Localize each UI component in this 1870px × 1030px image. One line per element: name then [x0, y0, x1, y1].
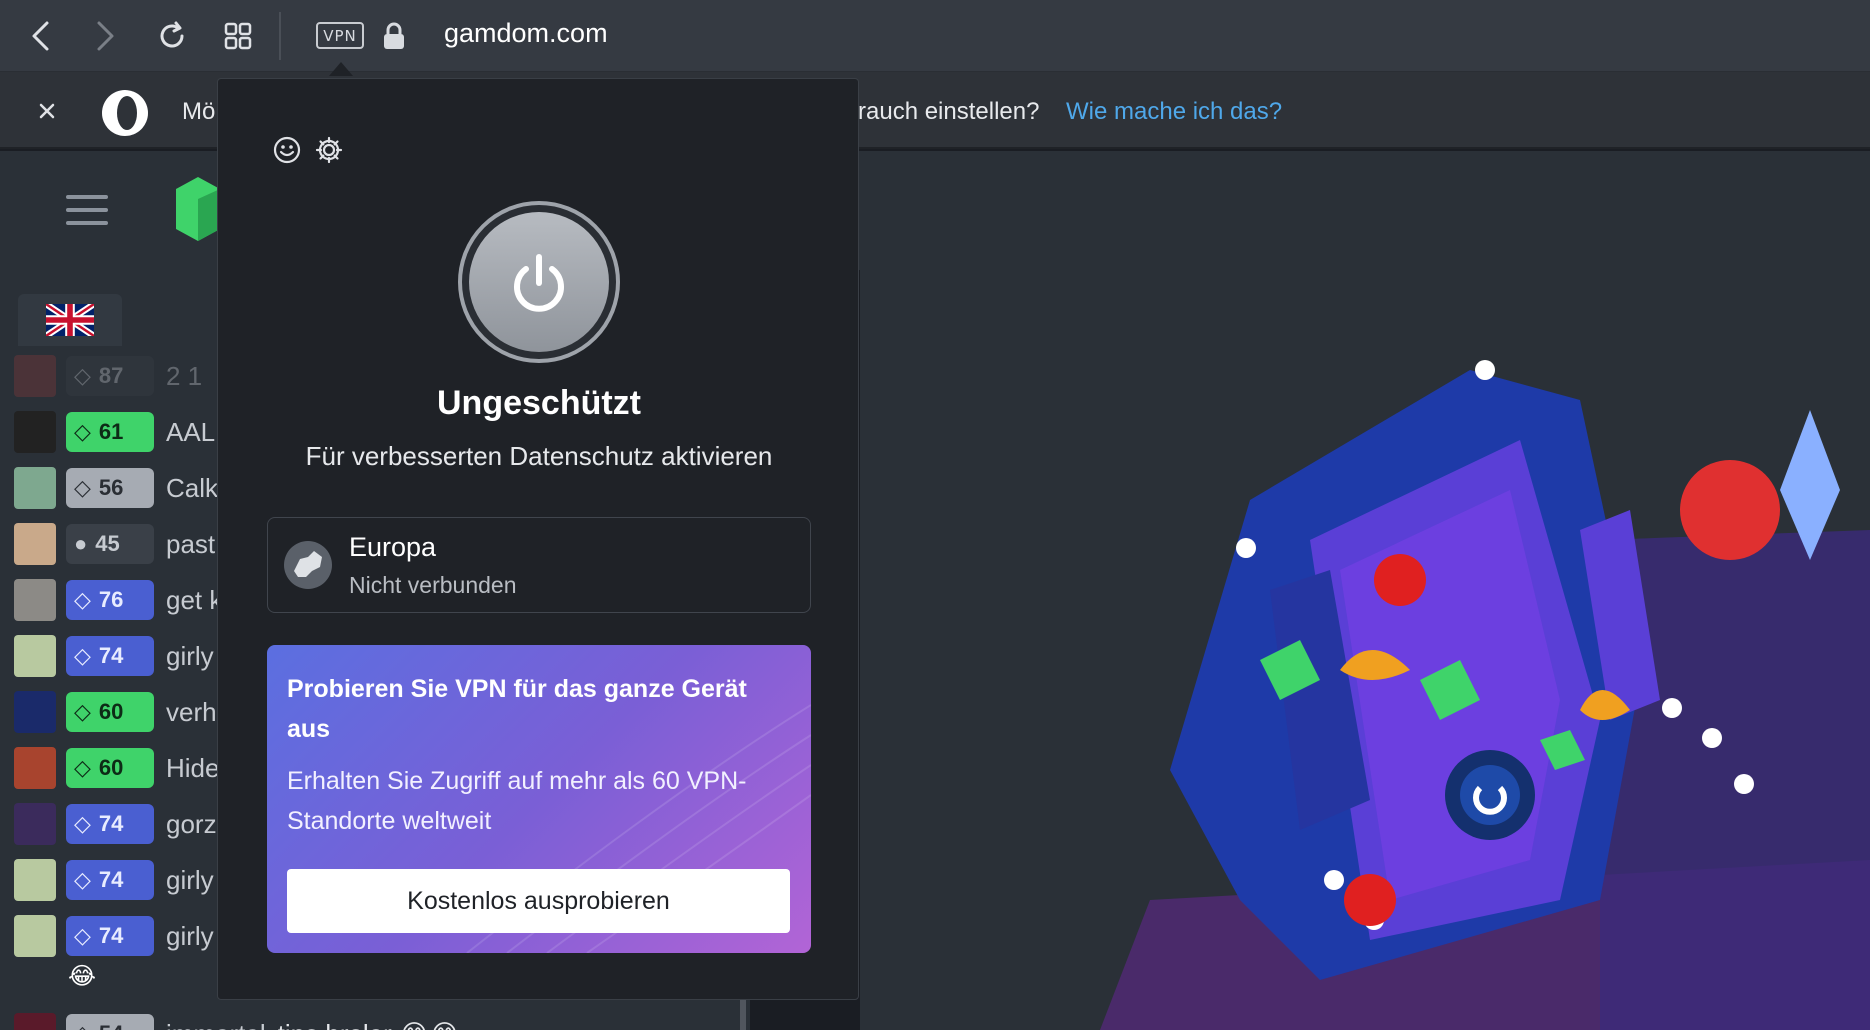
- paw-icon: ●: [74, 531, 88, 556]
- info-text-right: rauch einstellen?: [858, 98, 1040, 125]
- power-toggle-button[interactable]: [458, 201, 620, 363]
- avatar: [14, 803, 56, 845]
- promo-text: Erhalten Sie Zugriff auf mehr als 60 VPN…: [287, 767, 747, 835]
- status-title: Ungeschützt: [437, 384, 641, 422]
- avatar: [14, 579, 56, 621]
- chat-row[interactable]: ◇ 56 Calk: [14, 466, 218, 510]
- site-logo[interactable]: [176, 177, 220, 241]
- reload-icon[interactable]: [152, 16, 192, 56]
- diamond-icon: ◇: [74, 419, 91, 444]
- power-icon: [469, 212, 609, 352]
- promo-title: Probieren Sie VPN für das ganze Gerät au…: [287, 675, 747, 743]
- hamburger-menu-icon[interactable]: [66, 195, 108, 225]
- diamond-icon: ◇: [74, 811, 91, 836]
- level-badge: ◇ 74: [66, 860, 154, 900]
- level-badge: ◇ 74: [66, 636, 154, 676]
- username: girly: [166, 920, 214, 951]
- level-badge: ◇ 61: [66, 412, 154, 452]
- avatar: [14, 411, 56, 453]
- level-badge: ◇ 56: [66, 468, 154, 508]
- level-badge: ◇ 60: [66, 748, 154, 788]
- level-badge: ◇ 87: [66, 356, 154, 396]
- language-tab[interactable]: [18, 294, 122, 346]
- info-text-left: Mö: [182, 98, 216, 125]
- avatar: [14, 1013, 56, 1030]
- toolbar-separator: [279, 12, 281, 60]
- globe-icon: [284, 541, 332, 589]
- avatar: [14, 635, 56, 677]
- diamond-icon: ◇: [74, 867, 91, 892]
- how-to-link[interactable]: Wie mache ich das?: [1066, 98, 1282, 126]
- chat-row[interactable]: ◇ 60 verh: [14, 690, 217, 734]
- chat-row[interactable]: ◇54 immortal tips brolar 😂😂: [14, 1012, 460, 1030]
- vpn-popup: Ungeschützt Für verbesserten Datenschutz…: [217, 78, 859, 1000]
- username: girly: [166, 864, 214, 895]
- forward-arrow-icon[interactable]: [86, 16, 126, 56]
- chat-row[interactable]: ◇ 74 girly: [14, 914, 214, 958]
- close-icon[interactable]: [34, 98, 60, 124]
- diamond-icon: ◇: [74, 643, 91, 668]
- username: AAL: [166, 416, 216, 447]
- chat-row[interactable]: ● 45 past: [14, 522, 215, 566]
- avatar: [14, 747, 56, 789]
- diamond-icon: ◇: [74, 363, 91, 388]
- vpn-badge-button[interactable]: VPN: [316, 22, 364, 49]
- avatar: [14, 915, 56, 957]
- chat-row[interactable]: ◇ 74 girly: [14, 858, 214, 902]
- promo-card: Probieren Sie VPN für das ganze Gerät au…: [267, 645, 811, 953]
- chat-row[interactable]: ◇ 87 2 1: [14, 354, 202, 398]
- chat-row[interactable]: ◇ 74 gorz: [14, 802, 217, 846]
- avatar: [14, 467, 56, 509]
- gear-icon[interactable]: [314, 135, 344, 170]
- browser-toolbar: VPN gamdom.com: [0, 0, 1870, 72]
- avatar: [14, 859, 56, 901]
- tabs-grid-icon[interactable]: [218, 16, 258, 56]
- level-badge: ◇54: [66, 1014, 154, 1030]
- chat-row[interactable]: ◇ 60 Hide: [14, 746, 219, 790]
- username: past: [166, 528, 216, 559]
- smiley-icon[interactable]: [272, 135, 302, 170]
- username: immortal: [166, 1019, 266, 1030]
- avatar: [14, 523, 56, 565]
- chat-row[interactable]: ◇ 61 AAL: [14, 410, 215, 454]
- diamond-icon: ◇: [74, 587, 91, 612]
- level-badge: ◇ 76: [66, 580, 154, 620]
- slot-machine-graphic[interactable]: [1040, 340, 1870, 1030]
- username: Hide: [166, 752, 220, 783]
- uk-flag-icon: [46, 304, 94, 336]
- username: Calk: [166, 472, 219, 503]
- address-bar-url[interactable]: gamdom.com: [444, 18, 608, 49]
- diamond-icon: ◇: [74, 755, 91, 780]
- diamond-icon: ◇: [74, 923, 91, 948]
- location-status: Nicht verbunden: [349, 572, 517, 598]
- location-selector[interactable]: Europa Nicht verbunden: [267, 517, 811, 613]
- lock-icon[interactable]: [374, 16, 414, 56]
- username: get k: [166, 584, 223, 615]
- opera-logo-icon: [100, 88, 150, 138]
- chat-emoji: 😂: [68, 963, 97, 990]
- diamond-icon: ◇: [74, 475, 91, 500]
- chat-scrollbar[interactable]: [740, 1000, 746, 1030]
- username: 2 1: [166, 360, 203, 391]
- popup-pointer: [329, 62, 353, 76]
- back-arrow-icon[interactable]: [20, 16, 60, 56]
- popup-icon-bar: [272, 135, 344, 170]
- chat-row[interactable]: ◇ 76 get k: [14, 578, 222, 622]
- username: gorz: [166, 808, 217, 839]
- diamond-icon: ◇: [74, 699, 91, 724]
- level-badge: ◇ 60: [66, 692, 154, 732]
- username: girly: [166, 640, 214, 671]
- location-name: Europa: [349, 532, 437, 562]
- avatar: [14, 355, 56, 397]
- chat-row[interactable]: ◇ 74 girly: [14, 634, 214, 678]
- level-badge: ● 45: [66, 524, 154, 564]
- try-free-button[interactable]: Kostenlos ausprobieren: [287, 869, 790, 933]
- chat-message: tips brolar 😂😂: [278, 1019, 460, 1030]
- level-badge: ◇ 74: [66, 916, 154, 956]
- status-subtitle: Für verbesserten Datenschutz aktivieren: [305, 441, 773, 471]
- avatar: [14, 691, 56, 733]
- username: verh: [166, 696, 217, 727]
- level-badge: ◇ 74: [66, 804, 154, 844]
- diamond-icon: ◇: [74, 1021, 91, 1030]
